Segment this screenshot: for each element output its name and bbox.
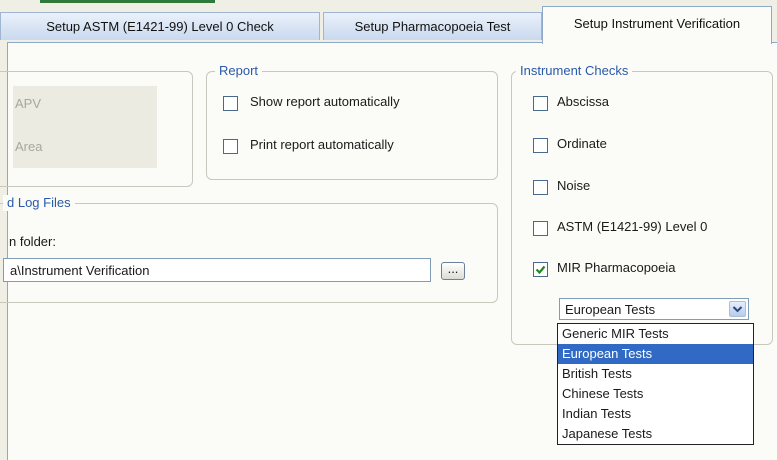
- mir-pharmacopoeia-checkbox[interactable]: [533, 262, 548, 277]
- log-folder-path-value: a\Instrument Verification: [10, 263, 150, 278]
- tab-strip-accent: [40, 0, 215, 3]
- ordinate-label[interactable]: Ordinate: [557, 136, 607, 151]
- log-files-groupbox: d Log Files n folder: a\Instrument Verif…: [0, 195, 498, 303]
- tab-setup-pharmacopoeia[interactable]: Setup Pharmacopoeia Test: [323, 12, 542, 40]
- astm-level0-label[interactable]: ASTM (E1421-99) Level 0: [557, 219, 707, 234]
- dropdown-option-indian[interactable]: Indian Tests: [558, 404, 753, 424]
- dropdown-option-british[interactable]: British Tests: [558, 364, 753, 384]
- dropdown-option-japanese[interactable]: Japanese Tests: [558, 424, 753, 444]
- folder-label: n folder:: [9, 234, 56, 249]
- abscissa-checkbox[interactable]: [533, 96, 548, 111]
- noise-checkbox[interactable]: [533, 180, 548, 195]
- noise-label[interactable]: Noise: [557, 178, 590, 193]
- show-report-checkbox[interactable]: [223, 96, 238, 111]
- dropdown-option-chinese[interactable]: Chinese Tests: [558, 384, 753, 404]
- log-files-legend: d Log Files: [3, 195, 75, 211]
- print-report-label[interactable]: Print report automatically: [250, 137, 394, 152]
- tab-setup-instrument-verification[interactable]: Setup Instrument Verification: [542, 6, 772, 44]
- browse-folder-button[interactable]: ...: [441, 262, 465, 280]
- tab-setup-astm[interactable]: Setup ASTM (E1421-99) Level 0 Check: [0, 12, 320, 40]
- left-groupbox: APV Area: [0, 71, 193, 187]
- pharmacopoeia-test-combo[interactable]: European Tests: [559, 298, 749, 320]
- apv-label: APV: [15, 96, 42, 111]
- report-legend: Report: [215, 63, 263, 79]
- dropdown-option-european[interactable]: European Tests: [558, 344, 753, 364]
- mir-pharmacopoeia-label[interactable]: MIR Pharmacopoeia: [557, 260, 676, 275]
- instrument-checks-groupbox: Instrument Checks Abscissa Ordinate Nois…: [511, 63, 773, 345]
- ordinate-checkbox[interactable]: [533, 138, 548, 153]
- pharmacopoeia-test-combo-value: European Tests: [565, 302, 656, 317]
- chevron-down-icon[interactable]: [729, 301, 746, 317]
- instrument-checks-legend: Instrument Checks: [516, 63, 633, 79]
- tab-strip: Setup ASTM (E1421-99) Level 0 Check Setu…: [0, 0, 777, 44]
- dropdown-option-generic-mir[interactable]: Generic MIR Tests: [558, 324, 753, 344]
- tab-panel: APV Area Report Show report automaticall…: [0, 42, 777, 460]
- astm-level0-checkbox[interactable]: [533, 221, 548, 236]
- print-report-checkbox[interactable]: [223, 139, 238, 154]
- check-mark-icon: [535, 265, 546, 275]
- report-groupbox: Report Show report automatically Print r…: [206, 63, 498, 180]
- area-label: Area: [15, 139, 43, 154]
- show-report-label[interactable]: Show report automatically: [250, 94, 400, 109]
- log-folder-path-field[interactable]: a\Instrument Verification: [3, 258, 431, 282]
- abscissa-label[interactable]: Abscissa: [557, 94, 609, 109]
- pharmacopoeia-test-dropdown: Generic MIR Tests European Tests British…: [557, 323, 754, 445]
